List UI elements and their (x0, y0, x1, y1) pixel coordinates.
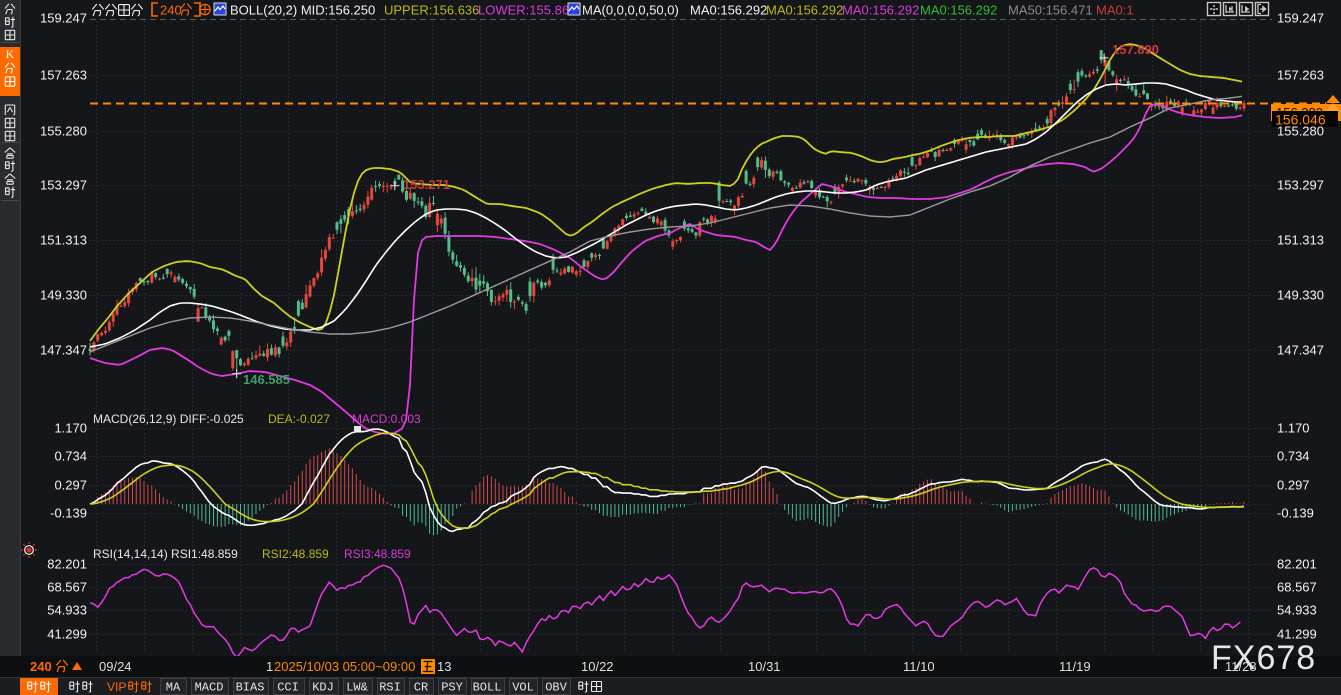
svg-text:159.247: 159.247 (40, 11, 87, 26)
svg-text:10/31: 10/31 (748, 659, 781, 674)
svg-text:82.201: 82.201 (47, 557, 87, 572)
svg-text:54.933: 54.933 (47, 603, 87, 618)
svg-text:1.170: 1.170 (54, 421, 87, 436)
svg-text:RSI3:48.859: RSI3:48.859 (344, 547, 411, 561)
svg-text:09/24: 09/24 (99, 659, 132, 674)
svg-text:147.347: 147.347 (40, 343, 87, 358)
svg-text:0.297: 0.297 (1277, 478, 1310, 493)
svg-text:41.299: 41.299 (47, 627, 87, 642)
svg-text:VOL: VOL (512, 681, 534, 695)
svg-text:MA0:1: MA0:1 (1096, 3, 1134, 18)
svg-text:RSI(14,14,14) RSI1:48.859: RSI(14,14,14) RSI1:48.859 (93, 547, 238, 561)
svg-text:68.567: 68.567 (1277, 580, 1317, 595)
svg-text:240: 240 (160, 3, 182, 18)
svg-text:153.271: 153.271 (403, 177, 450, 192)
svg-text:54.933: 54.933 (1277, 603, 1317, 618)
svg-text:-0.139: -0.139 (1277, 506, 1314, 521)
svg-text:KDJ: KDJ (312, 681, 334, 695)
svg-text:-0.139: -0.139 (50, 506, 87, 521)
svg-text:MA50:156.471: MA50:156.471 (1008, 3, 1093, 18)
svg-text:240: 240 (30, 659, 52, 674)
svg-text:159.247: 159.247 (1277, 11, 1324, 26)
svg-text:MA0:156.292: MA0:156.292 (842, 3, 919, 18)
svg-text:157.890: 157.890 (1112, 42, 1159, 57)
svg-text:151.313: 151.313 (1277, 233, 1324, 248)
svg-text:1.170: 1.170 (1277, 421, 1310, 436)
svg-text:UPPER:156.636: UPPER:156.636 (384, 3, 479, 18)
svg-text:149.330: 149.330 (1277, 288, 1324, 303)
svg-text:LOWER:155.865: LOWER:155.865 (478, 3, 576, 18)
svg-text:DEA:-0.027: DEA:-0.027 (268, 412, 330, 426)
svg-text:BOLL: BOLL (473, 681, 502, 695)
svg-text:MA: MA (166, 681, 181, 695)
svg-text:MACD: MACD (195, 681, 224, 695)
svg-text:BOLL(20,2) MID:156.250: BOLL(20,2) MID:156.250 (230, 3, 375, 18)
svg-text:MACD:0.003: MACD:0.003 (352, 412, 421, 426)
svg-text:2025/10/03 05:00~09:00: 2025/10/03 05:00~09:00 (274, 659, 415, 674)
svg-text:147.347: 147.347 (1277, 343, 1324, 358)
svg-text:PSY: PSY (441, 681, 463, 695)
svg-text:11/19: 11/19 (1059, 659, 1091, 674)
svg-text:K: K (6, 47, 15, 61)
svg-text:155.280: 155.280 (40, 124, 87, 139)
svg-text:RSI2:48.859: RSI2:48.859 (262, 547, 329, 561)
svg-text:151.313: 151.313 (40, 233, 87, 248)
svg-text:146.585: 146.585 (243, 372, 290, 387)
svg-text:LW&: LW& (346, 681, 368, 695)
svg-text:BIAS: BIAS (236, 681, 265, 695)
svg-text:149.330: 149.330 (40, 288, 87, 303)
svg-text:11/28: 11/28 (1225, 659, 1257, 674)
svg-text:153.297: 153.297 (40, 178, 87, 193)
svg-text:MA0:156.292: MA0:156.292 (690, 3, 767, 18)
svg-text:10/22: 10/22 (581, 659, 614, 674)
svg-text:CCI: CCI (277, 681, 299, 695)
svg-text:157.263: 157.263 (1277, 68, 1324, 83)
svg-text:MA0:156.292: MA0:156.292 (766, 3, 843, 18)
svg-text:82.201: 82.201 (1277, 557, 1317, 572)
svg-text:CR: CR (414, 681, 428, 695)
svg-text:1: 1 (266, 659, 273, 674)
svg-text:0.297: 0.297 (54, 478, 87, 493)
svg-text:68.567: 68.567 (47, 580, 87, 595)
svg-text:0.734: 0.734 (54, 449, 87, 464)
svg-text:157.263: 157.263 (40, 68, 87, 83)
svg-text:155.280: 155.280 (1277, 124, 1324, 139)
svg-text:MA0:156.292: MA0:156.292 (920, 3, 997, 18)
svg-text:11/10: 11/10 (903, 659, 935, 674)
svg-text:MA(0,0,0,0,50,0): MA(0,0,0,0,50,0) (582, 3, 679, 18)
svg-text:OBV: OBV (545, 681, 567, 695)
svg-text:MACD(26,12,9) DIFF:-0.025: MACD(26,12,9) DIFF:-0.025 (93, 412, 244, 426)
svg-text:RSI: RSI (379, 681, 401, 695)
svg-text:13: 13 (437, 659, 451, 674)
svg-text:153.297: 153.297 (1277, 178, 1324, 193)
svg-text:0.734: 0.734 (1277, 449, 1310, 464)
svg-text:VIP: VIP (107, 680, 126, 694)
